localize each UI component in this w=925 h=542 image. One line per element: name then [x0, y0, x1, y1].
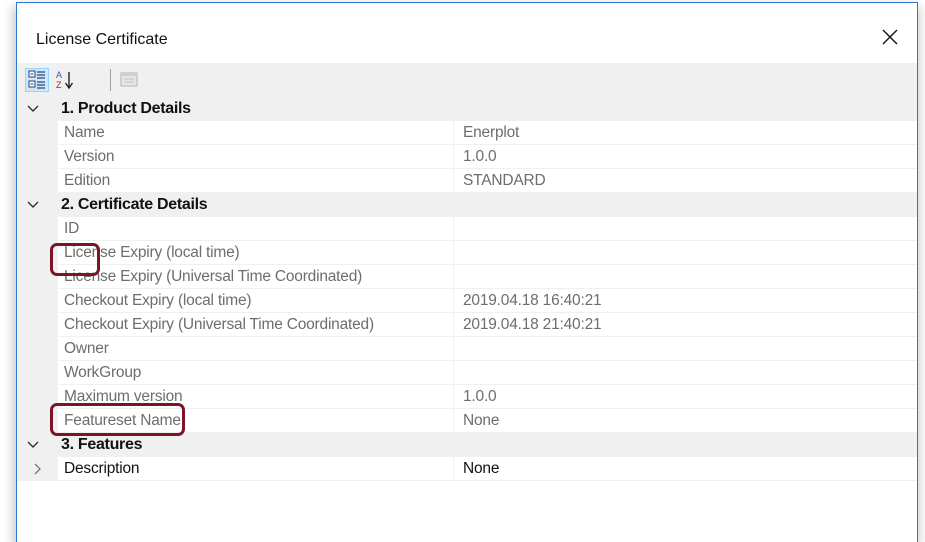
- property-name-cell: Featureset Name: [58, 409, 454, 433]
- property-name: Checkout Expiry (local time): [64, 292, 252, 309]
- property-value-cell[interactable]: [454, 265, 917, 289]
- property-name: Name: [64, 124, 105, 141]
- alphabetical-icon: A Z: [56, 70, 74, 90]
- title-bar[interactable]: License Certificate: [17, 3, 917, 61]
- property-value-cell[interactable]: [454, 361, 917, 385]
- property-name: License Expiry (local time): [64, 244, 240, 261]
- property-value-cell[interactable]: Enerplot: [454, 121, 917, 145]
- chevron-down-icon[interactable]: [25, 435, 41, 455]
- property-value: 1.0.0: [463, 388, 497, 405]
- row-gutter: [17, 169, 58, 193]
- category-label: 2. Certificate Details: [61, 196, 208, 213]
- property-name: WorkGroup: [64, 364, 142, 381]
- property-name-cell: ID: [58, 217, 454, 241]
- property-name-cell: Checkout Expiry (Universal Time Coordina…: [58, 313, 454, 337]
- chevron-right-icon[interactable]: [31, 461, 45, 477]
- property-name-cell: Name: [58, 121, 454, 145]
- category-product-details[interactable]: 1. Product Details: [17, 97, 917, 121]
- property-value: STANDARD: [463, 172, 546, 189]
- alphabetical-button[interactable]: A Z: [54, 68, 78, 92]
- category-label: 1. Product Details: [61, 100, 191, 117]
- property-value-cell[interactable]: None: [454, 409, 917, 433]
- property-value: 2019.04.18 16:40:21: [463, 292, 602, 309]
- property-value-cell[interactable]: [454, 337, 917, 361]
- property-name-cell: License Expiry (local time): [58, 241, 454, 265]
- property-value: 1.0.0: [463, 148, 497, 165]
- property-name-cell: Version: [58, 145, 454, 169]
- property-name: Edition: [64, 172, 110, 189]
- category-certificate-details[interactable]: 2. Certificate Details: [17, 193, 917, 217]
- property-value-cell[interactable]: [454, 217, 917, 241]
- row-gutter: [17, 217, 58, 241]
- row-gutter: [17, 457, 58, 481]
- property-pages-icon: [120, 72, 138, 87]
- toolbar-separator: [110, 69, 111, 91]
- property-name: Version: [64, 148, 115, 165]
- property-row-license-expiry-local[interactable]: License Expiry (local time): [17, 241, 917, 265]
- row-gutter: [17, 265, 58, 289]
- license-certificate-dialog: License Certificate A Z 1. Product Detai…: [16, 2, 918, 542]
- categorized-icon: [28, 70, 45, 89]
- category-label: 3. Features: [61, 436, 143, 453]
- category-features[interactable]: 3. Features: [17, 433, 917, 457]
- property-name-cell: Maximum version: [58, 385, 454, 409]
- property-name-cell: Edition: [58, 169, 454, 193]
- property-name: Description: [64, 460, 140, 477]
- property-name: Owner: [64, 340, 109, 357]
- svg-text:A: A: [56, 70, 62, 80]
- property-row-name[interactable]: Name Enerplot: [17, 121, 917, 145]
- property-pages-button[interactable]: [117, 68, 141, 92]
- property-row-maximum-version[interactable]: Maximum version 1.0.0: [17, 385, 917, 409]
- property-row-featureset-name[interactable]: Featureset Name None: [17, 409, 917, 433]
- property-name-cell: WorkGroup: [58, 361, 454, 385]
- property-grid: 1. Product Details Name Enerplot Version…: [17, 97, 917, 481]
- row-gutter: [17, 337, 58, 361]
- row-gutter: [17, 385, 58, 409]
- property-row-version[interactable]: Version 1.0.0: [17, 145, 917, 169]
- row-gutter: [17, 313, 58, 337]
- property-name: License Expiry (Universal Time Coordinat…: [64, 268, 363, 285]
- property-value: None: [463, 460, 500, 477]
- property-name: Maximum version: [64, 388, 183, 405]
- property-row-owner[interactable]: Owner: [17, 337, 917, 361]
- property-value: Enerplot: [463, 124, 520, 141]
- property-value: 2019.04.18 21:40:21: [463, 316, 602, 333]
- row-gutter: [17, 289, 58, 313]
- row-gutter: [17, 121, 58, 145]
- property-value-cell[interactable]: 1.0.0: [454, 385, 917, 409]
- property-row-checkout-expiry-local[interactable]: Checkout Expiry (local time) 2019.04.18 …: [17, 289, 917, 313]
- chevron-down-icon[interactable]: [25, 99, 41, 119]
- property-value-cell[interactable]: 2019.04.18 21:40:21: [454, 313, 917, 337]
- property-value: None: [463, 412, 500, 429]
- property-row-description[interactable]: Description None: [17, 457, 917, 481]
- property-value-cell[interactable]: 1.0.0: [454, 145, 917, 169]
- row-gutter: [17, 145, 58, 169]
- property-value-cell[interactable]: [454, 241, 917, 265]
- property-row-checkout-expiry-utc[interactable]: Checkout Expiry (Universal Time Coordina…: [17, 313, 917, 337]
- property-name-cell: Owner: [58, 337, 454, 361]
- property-value-cell[interactable]: 2019.04.18 16:40:21: [454, 289, 917, 313]
- property-row-id[interactable]: ID: [17, 217, 917, 241]
- chevron-down-icon[interactable]: [25, 195, 41, 215]
- property-value-cell[interactable]: STANDARD: [454, 169, 917, 193]
- property-value-cell[interactable]: None: [454, 457, 917, 481]
- property-name-cell: Checkout Expiry (local time): [58, 289, 454, 313]
- property-name-cell: License Expiry (Universal Time Coordinat…: [58, 265, 454, 289]
- property-name-cell: Description: [58, 457, 454, 481]
- property-name: Checkout Expiry (Universal Time Coordina…: [64, 316, 374, 333]
- row-gutter: [17, 241, 58, 265]
- dialog-title: License Certificate: [36, 31, 168, 48]
- property-name: ID: [64, 220, 80, 237]
- property-row-license-expiry-utc[interactable]: License Expiry (Universal Time Coordinat…: [17, 265, 917, 289]
- property-row-edition[interactable]: Edition STANDARD: [17, 169, 917, 193]
- svg-text:Z: Z: [56, 80, 62, 90]
- property-grid-toolbar: A Z: [17, 63, 917, 97]
- row-gutter: [17, 361, 58, 385]
- property-row-workgroup[interactable]: WorkGroup: [17, 361, 917, 385]
- categorized-button[interactable]: [25, 68, 49, 92]
- row-gutter: [17, 409, 58, 433]
- property-name: Featureset Name: [64, 412, 181, 429]
- close-icon[interactable]: [879, 26, 901, 48]
